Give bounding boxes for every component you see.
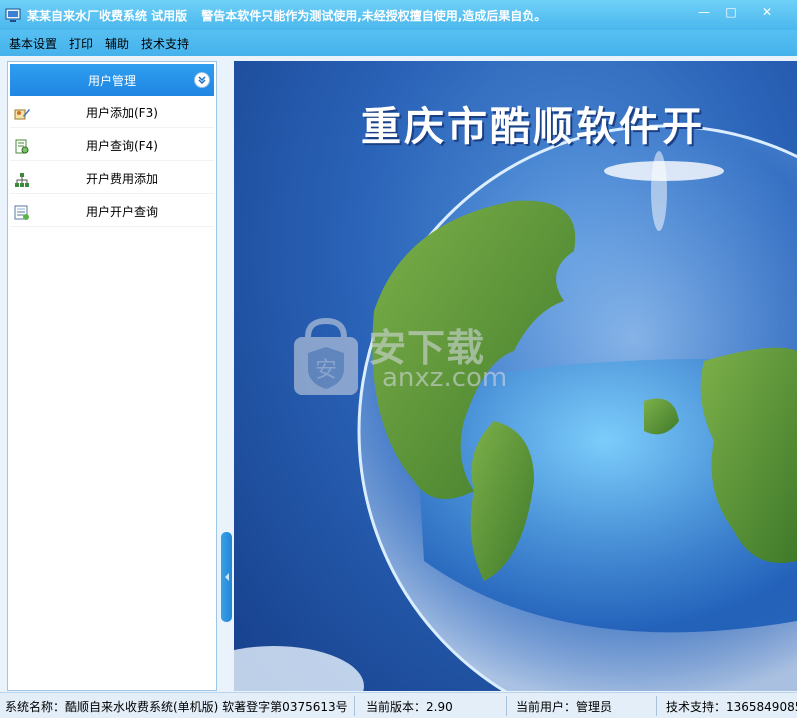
- status-bar: 系统名称：酷顺自来水收费系统(单机版) 软著登字第0375613号 当前版本：2…: [0, 692, 797, 718]
- search-document-icon: [15, 139, 29, 154]
- sidebar-item-account-query[interactable]: 用户开户查询: [10, 197, 214, 227]
- main-content: 重庆市酷顺软件开 安 安下载 anxz.com: [234, 61, 797, 691]
- splitter-toggle[interactable]: [221, 532, 232, 622]
- status-divider: [656, 696, 657, 716]
- sidebar: 用户管理 用户添加(F3) 用户查询(F4) 开户费用添加 用户开户查询: [7, 61, 217, 691]
- collapse-button[interactable]: [194, 72, 210, 88]
- status-current-user: 当前用户：管理员: [516, 700, 613, 714]
- sidebar-item-label: 用户查询(F4): [86, 139, 158, 153]
- sidebar-item-user-add[interactable]: 用户添加(F3): [10, 98, 214, 128]
- sidebar-item-user-query[interactable]: 用户查询(F4): [10, 131, 214, 161]
- menu-basic-settings[interactable]: 基本设置: [9, 35, 57, 52]
- watermark: 安 安下载 anxz.com: [290, 317, 508, 401]
- banner-title: 重庆市酷顺软件开: [361, 104, 705, 150]
- sidebar-header-label: 用户管理: [87, 73, 136, 88]
- close-button[interactable]: ✕: [745, 3, 789, 20]
- menu-print[interactable]: 打印: [69, 35, 93, 52]
- shield-bag-icon: 安: [294, 317, 358, 395]
- watermark-domain: anxz.com: [382, 363, 508, 393]
- sidebar-item-label: 开户费用添加: [86, 172, 159, 186]
- title-bar: 某某自来水厂收费系统 试用版 警告本软件只能作为测试使用,未经授权擅自使用,造成…: [0, 0, 797, 30]
- list-document-icon: [14, 205, 29, 220]
- status-divider: [506, 696, 507, 716]
- sidebar-header[interactable]: 用户管理: [10, 64, 214, 96]
- menu-assist[interactable]: 辅助: [105, 35, 129, 52]
- menu-bar: 基本设置 打印 辅助 技术支持: [0, 30, 797, 56]
- status-divider: [354, 696, 355, 716]
- maximize-icon: □: [725, 4, 737, 19]
- minimize-icon: —: [698, 4, 710, 19]
- app-icon: [5, 8, 21, 22]
- chevron-double-down-icon: [198, 76, 206, 85]
- maximize-button[interactable]: □: [718, 3, 744, 20]
- minimize-button[interactable]: —: [691, 3, 717, 20]
- sidebar-item-fee-add[interactable]: 开户费用添加: [10, 164, 214, 194]
- user-edit-icon: [14, 109, 30, 120]
- status-version: 当前版本：2.90: [366, 700, 453, 714]
- close-icon: ✕: [761, 4, 773, 19]
- chevron-left-icon: [224, 573, 229, 581]
- shield-char: 安: [315, 358, 337, 383]
- window-warning: 警告本软件只能作为测试使用,未经授权擅自使用,造成后果自负。: [201, 8, 547, 23]
- status-system-name: 系统名称：酷顺自来水收费系统(单机版) 软著登字第0375613号: [5, 700, 348, 714]
- sidebar-item-label: 用户添加(F3): [86, 106, 158, 120]
- window-title: 某某自来水厂收费系统 试用版: [27, 8, 188, 23]
- org-tree-icon: [15, 173, 29, 187]
- menu-tech-support[interactable]: 技术支持: [141, 35, 189, 52]
- status-tech-support: 技术支持：13658490857: [666, 700, 797, 714]
- sidebar-item-label: 用户开户查询: [86, 205, 159, 219]
